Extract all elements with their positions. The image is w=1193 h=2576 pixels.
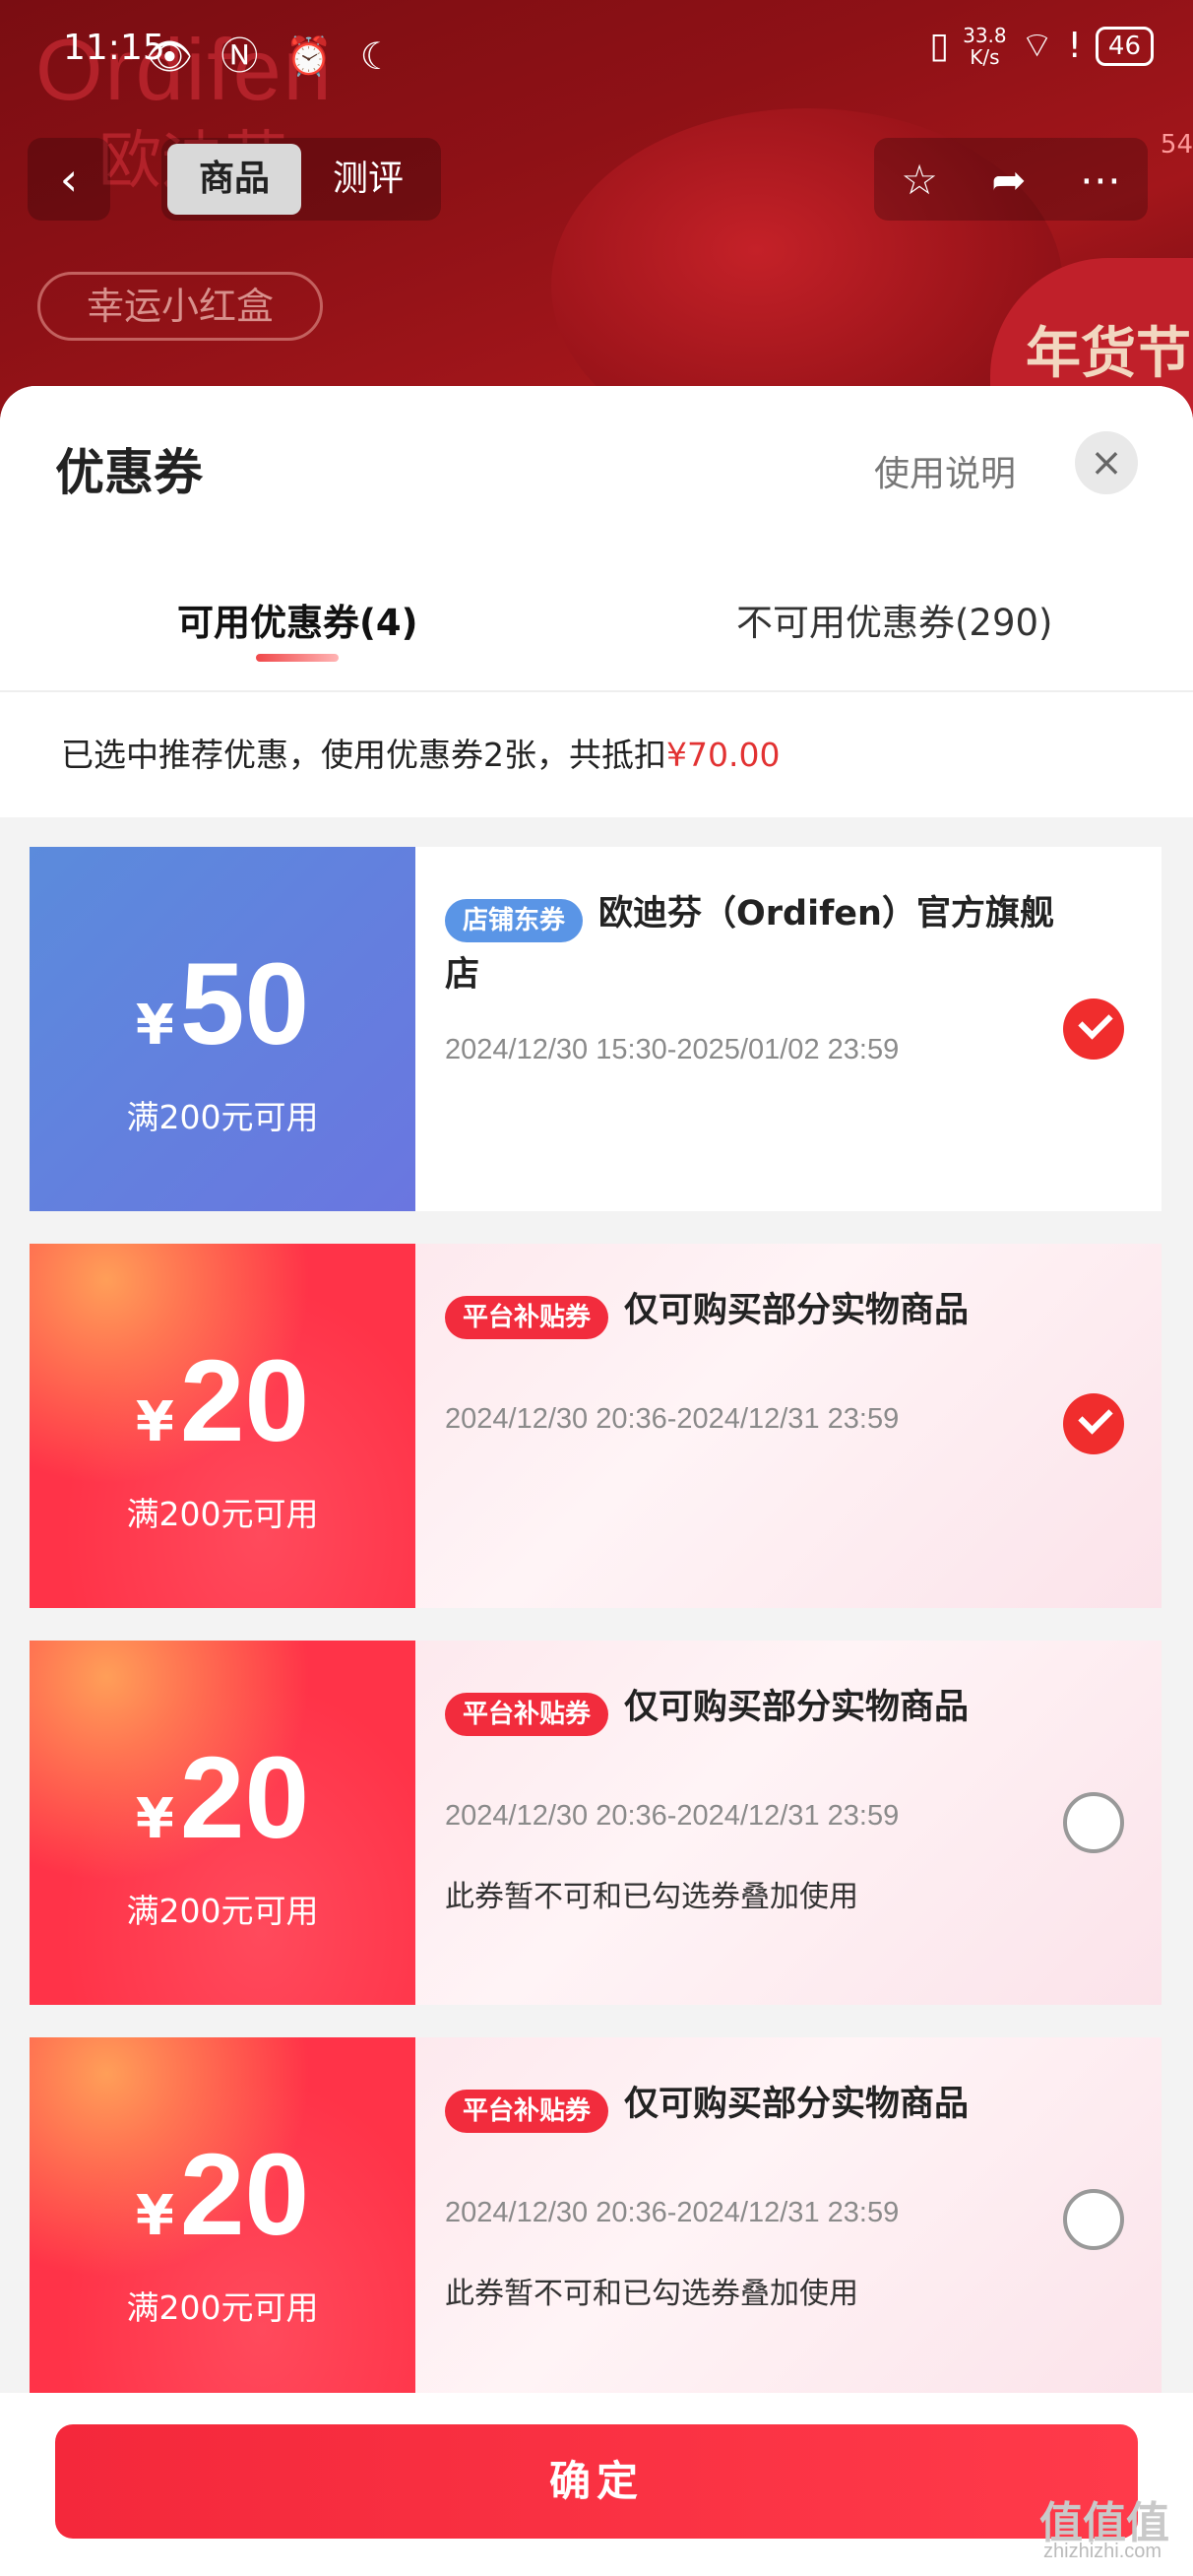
product-actions: ☆ ➦ ⋯ — [874, 138, 1148, 221]
star-icon[interactable]: ☆ — [901, 156, 938, 204]
coupon-title-row: 平台补贴券 仅可购买部分实物商品 — [445, 2077, 1075, 2138]
sheet-header: 优惠券 使用说明 × 可用优惠券(4) 不可用优惠券(290) — [0, 386, 1193, 692]
coupon-title: 仅可购买部分实物商品 — [624, 2085, 970, 2124]
coupon-value: 50 — [179, 939, 310, 1069]
usage-instructions-link[interactable]: 使用说明 — [874, 445, 1016, 496]
battery-indicator: 46 — [1095, 26, 1154, 66]
coupon-info: 平台补贴券 仅可购买部分实物商品 2024/12/30 20:36-2024/12… — [415, 2037, 1162, 2402]
tab-unavailable-coupons[interactable]: 不可用优惠券(290) — [736, 593, 1053, 646]
coupon-tag: 平台补贴券 — [445, 2089, 609, 2133]
more-icon[interactable]: ⋯ — [1080, 156, 1121, 204]
message-count-badge: 54 — [1160, 130, 1193, 160]
coupon-amount: ¥ 20 — [30, 2136, 415, 2254]
chevron-left-icon: ‹ — [59, 153, 79, 206]
coupon-sheet: 优惠券 使用说明 × 可用优惠券(4) 不可用优惠券(290) 已选中推荐优惠，… — [0, 386, 1193, 2576]
coupon-stacking-note: 此券暂不可和已勾选券叠加使用 — [445, 2277, 858, 2311]
bottom-bar: 确定 — [0, 2393, 1193, 2576]
summary-text: 已选中推荐优惠，使用优惠券2张，共抵扣 — [61, 736, 666, 774]
coupon-value: 20 — [179, 1336, 310, 1466]
coupon-stacking-note: 此券暂不可和已勾选券叠加使用 — [445, 1880, 858, 1914]
active-tab-indicator — [256, 654, 339, 662]
close-icon[interactable]: × — [1075, 431, 1138, 494]
coupon-validity: 2024/12/30 20:36-2024/12/31 23:59 — [445, 1403, 900, 1435]
coupon-value-panel: ¥ 20 满200元可用 — [30, 1641, 415, 2005]
product-nav-tabs: 商品 测评 — [161, 138, 441, 221]
currency-symbol: ¥ — [135, 1390, 174, 1454]
coupon-card[interactable]: ¥ 20 满200元可用 平台补贴券 仅可购买部分实物商品 2024/12/30 … — [30, 1641, 1162, 2005]
tab-review[interactable]: 测评 — [301, 144, 435, 215]
coupon-threshold: 满200元可用 — [126, 1892, 319, 1930]
coupon-title: 仅可购买部分实物商品 — [624, 1291, 970, 1330]
summary-amount: ¥70.00 — [666, 736, 781, 774]
coupon-card[interactable]: ¥ 20 满200元可用 平台补贴券 仅可购买部分实物商品 2024/12/30 … — [30, 1244, 1162, 1608]
coupon-validity: 2024/12/30 20:36-2024/12/31 23:59 — [445, 1800, 900, 1832]
coupon-value-panel: ¥ 20 满200元可用 — [30, 2037, 415, 2402]
coupon-validity: 2024/12/30 15:30-2025/01/02 23:59 — [445, 1034, 900, 1065]
coupon-threshold: 满200元可用 — [126, 1098, 319, 1136]
coupon-amount: ¥ 50 — [30, 945, 415, 1063]
coupon-threshold: 满200元可用 — [126, 2288, 319, 2327]
tab-available-coupons[interactable]: 可用优惠券(4) — [177, 593, 418, 646]
coupon-checkbox-unchecked[interactable] — [1063, 1792, 1124, 1853]
selection-summary: 已选中推荐优惠，使用优惠券2张，共抵扣¥70.00 — [0, 691, 1193, 817]
coupon-value: 20 — [179, 2130, 310, 2260]
coupon-checkbox-checked[interactable] — [1063, 998, 1124, 1060]
coupon-info: 平台补贴券 仅可购买部分实物商品 2024/12/30 20:36-2024/12… — [415, 1244, 1162, 1608]
coupon-value-panel: ¥ 20 满200元可用 — [30, 1244, 415, 1608]
back-button[interactable]: ‹ — [28, 138, 110, 221]
coupon-checkbox-checked[interactable] — [1063, 1393, 1124, 1454]
status-bar: 11:15 👁 Ⓝ ⏰ ☾ ▯ 33.8 K/s ⌔ ! 46 — [0, 0, 1193, 98]
sheet-title: 优惠券 — [55, 444, 203, 501]
coupon-threshold: 满200元可用 — [126, 1495, 319, 1533]
lucky-box-pill: 幸运小红盒 — [37, 272, 323, 341]
coupon-title-row: 平台补贴券 仅可购买部分实物商品 — [445, 1283, 1075, 1344]
coupon-validity: 2024/12/30 20:36-2024/12/31 23:59 — [445, 2197, 900, 2228]
network-speed: 33.8 K/s — [963, 25, 1007, 68]
divider — [0, 690, 1193, 692]
coupon-card[interactable]: ¥ 50 满200元可用 店铺东券 欧迪芬（Ordifen）官方旗舰店 2024/… — [30, 847, 1162, 1211]
alert-icon: ! — [1067, 26, 1082, 66]
currency-symbol: ¥ — [135, 2184, 174, 2248]
coupon-title: 仅可购买部分实物商品 — [624, 1688, 970, 1727]
coupon-tag: 店铺东券 — [445, 898, 584, 942]
coupon-value-panel: ¥ 50 满200元可用 — [30, 847, 415, 1211]
status-notification-icons: 👁 Ⓝ ⏰ ☾ — [146, 34, 402, 78]
wifi-icon: ⌔ — [1020, 26, 1054, 66]
coupon-tag: 平台补贴券 — [445, 1692, 609, 1736]
coupon-list: ¥ 50 满200元可用 店铺东券 欧迪芬（Ordifen）官方旗舰店 2024/… — [30, 847, 1162, 2434]
coupon-title-row: 平台补贴券 仅可购买部分实物商品 — [445, 1680, 1075, 1741]
currency-symbol: ¥ — [135, 994, 174, 1058]
coupon-info: 平台补贴券 仅可购买部分实物商品 2024/12/30 20:36-2024/12… — [415, 1641, 1162, 2005]
coupon-card[interactable]: ¥ 20 满200元可用 平台补贴券 仅可购买部分实物商品 2024/12/30 … — [30, 2037, 1162, 2402]
net-speed-value: 33.8 — [963, 23, 1007, 47]
tab-product[interactable]: 商品 — [167, 144, 301, 215]
currency-symbol: ¥ — [135, 1787, 174, 1851]
coupon-info: 店铺东券 欧迪芬（Ordifen）官方旗舰店 2024/12/30 15:30-2… — [415, 847, 1162, 1211]
watermark-site: zhizhizhi.com — [1043, 2541, 1162, 2562]
net-speed-unit: K/s — [970, 44, 1000, 69]
confirm-button[interactable]: 确定 — [55, 2424, 1138, 2539]
status-right: ▯ 33.8 K/s ⌔ ! 46 — [929, 24, 1154, 68]
share-icon[interactable]: ➦ — [991, 156, 1026, 204]
coupon-checkbox-unchecked[interactable] — [1063, 2189, 1124, 2250]
vibrate-icon: ▯ — [929, 26, 950, 66]
coupon-amount: ¥ 20 — [30, 1342, 415, 1460]
coupon-tag: 平台补贴券 — [445, 1295, 609, 1339]
coupon-title-row: 店铺东券 欧迪芬（Ordifen）官方旗舰店 — [445, 886, 1075, 1008]
coupon-value: 20 — [179, 1733, 310, 1863]
coupon-amount: ¥ 20 — [30, 1739, 415, 1857]
